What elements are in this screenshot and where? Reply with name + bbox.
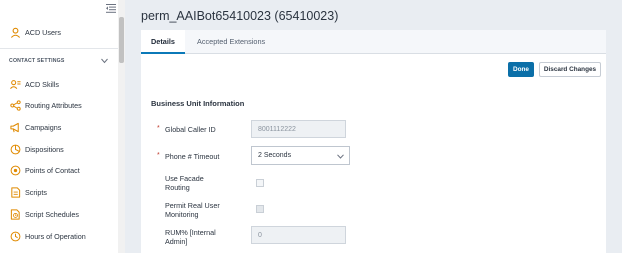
contact-point-icon	[9, 164, 21, 176]
sidebar-item-acd-users[interactable]: ACD Users	[0, 22, 118, 42]
permit-real-user-monitoring-checkbox[interactable]	[256, 205, 264, 213]
label-line: Use Facade	[165, 174, 204, 183]
sidebar-item-campaigns[interactable]: Campaigns	[0, 117, 118, 137]
collapse-sidebar-icon[interactable]	[106, 4, 116, 13]
routing-icon	[9, 99, 21, 111]
sidebar-item-label: Campaigns	[25, 122, 62, 132]
sidebar-item-hours-of-operation[interactable]: Hours of Operation	[0, 226, 118, 246]
sidebar-item-label: ACD Users	[25, 27, 61, 37]
global-caller-id-field: 8001112222	[251, 120, 346, 138]
section-title: Business Unit Information	[151, 99, 245, 108]
permit-real-user-monitoring-label: Permit Real User Monitoring	[165, 201, 220, 219]
sidebar-item-acd-skills[interactable]: ACD Skills	[0, 74, 118, 94]
rum-percent-field: 0	[251, 226, 346, 244]
label-line: Monitoring	[165, 210, 199, 219]
done-button[interactable]: Done	[508, 62, 534, 77]
sidebar-item-script-schedules[interactable]: Script Schedules	[0, 204, 118, 224]
global-caller-id-label: Global Caller ID	[165, 125, 216, 134]
label-line: Permit Real User	[165, 201, 220, 210]
schedule-icon	[9, 208, 21, 220]
scrollbar-thumb[interactable]	[119, 17, 124, 63]
campaign-icon	[9, 121, 21, 133]
sidebar-item-label: Script Schedules	[25, 209, 79, 219]
skill-icon	[9, 78, 21, 90]
details-panel: Done Discard Changes Business Unit Infor…	[141, 54, 606, 253]
section-label: CONTACT SETTINGS	[9, 58, 65, 64]
sidebar-top	[0, 0, 124, 18]
sidebar-item-scripts[interactable]: Scripts	[0, 182, 118, 202]
disposition-icon	[9, 143, 21, 155]
required-marker: *	[157, 125, 160, 132]
user-icon	[9, 26, 21, 38]
sidebar-item-label: Dispositions	[25, 144, 64, 154]
sidebar-item-label: Routing Attributes	[25, 100, 82, 110]
sidebar-item-label: Points of Contact	[25, 165, 80, 175]
contact-settings-section-header[interactable]: CONTACT SETTINGS	[0, 55, 118, 69]
use-facade-routing-checkbox[interactable]	[256, 179, 264, 187]
script-icon	[9, 186, 21, 198]
tab-bar: Details Accepted Extensions	[141, 30, 606, 54]
sidebar-scrollbar[interactable]	[118, 0, 125, 253]
phone-timeout-select[interactable]: 2 Seconds	[251, 146, 350, 165]
sidebar-item-dispositions[interactable]: Dispositions	[0, 139, 118, 159]
main-content: perm_AAIBot65410023 (65410023) Details A…	[125, 0, 622, 253]
clock-icon	[9, 230, 21, 242]
sidebar-item-label: ACD Skills	[25, 79, 59, 89]
sidebar: ACD Users CONTACT SETTINGS ACD Skills Ro…	[0, 0, 125, 253]
rum-percent-label: RUM% [Internal Admin]	[165, 228, 216, 246]
chevron-down-icon	[337, 154, 344, 159]
phone-timeout-value: 2 Seconds	[258, 152, 292, 159]
page-title: perm_AAIBot65410023 (65410023)	[141, 9, 339, 23]
label-line: RUM% [Internal	[165, 228, 216, 237]
use-facade-routing-label: Use Facade Routing	[165, 174, 204, 192]
sidebar-item-label: Scripts	[25, 187, 47, 197]
sidebar-divider	[0, 48, 118, 49]
required-marker: *	[157, 152, 160, 159]
tab-details[interactable]: Details	[141, 30, 185, 54]
phone-timeout-label: Phone # Timeout	[165, 152, 220, 161]
label-line: Routing	[165, 183, 190, 192]
sidebar-item-routing-attributes[interactable]: Routing Attributes	[0, 95, 118, 115]
discard-changes-button[interactable]: Discard Changes	[539, 62, 601, 77]
sidebar-item-points-of-contact[interactable]: Points of Contact	[0, 160, 118, 180]
chevron-down-icon	[101, 58, 108, 64]
sidebar-item-label: Hours of Operation	[25, 231, 86, 241]
tab-accepted-extensions[interactable]: Accepted Extensions	[197, 30, 265, 54]
label-line: Admin]	[165, 237, 188, 246]
